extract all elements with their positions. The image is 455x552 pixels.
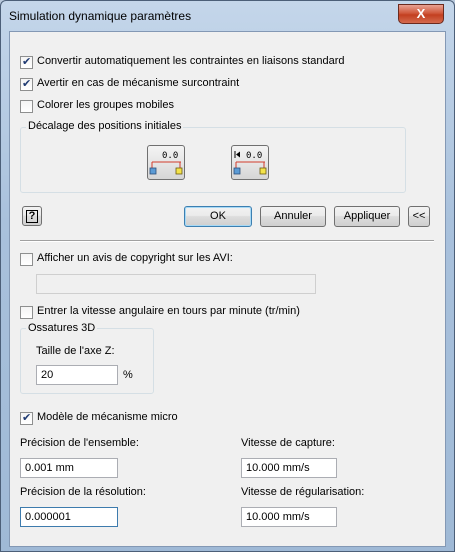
- dialog-window: Simulation dynamique paramètres X Conver…: [0, 0, 455, 552]
- apply-button[interactable]: Appliquer: [334, 206, 400, 227]
- capture-speed-input[interactable]: 10.000 mm/s: [241, 458, 337, 478]
- assembly-precision-input[interactable]: 0.001 mm: [20, 458, 118, 478]
- warn-overconstrained-checkbox[interactable]: [20, 77, 33, 91]
- close-button[interactable]: X: [398, 4, 444, 24]
- frames-3d-group-title: Ossatures 3D: [26, 322, 98, 334]
- convert-constraints-label[interactable]: Convertir automatiquement les contrainte…: [37, 55, 345, 67]
- angular-speed-checkbox[interactable]: [20, 306, 33, 319]
- initial-offset-group: [20, 127, 406, 193]
- offset-icon-1: 0.0: [149, 151, 183, 175]
- capture-speed-label: Vitesse de capture:: [241, 437, 335, 449]
- offset-button-2[interactable]: 0.0: [231, 145, 269, 180]
- color-mobile-groups-label[interactable]: Colorer les groupes mobiles: [37, 99, 174, 111]
- dialog-client-area: Convertir automatiquement les contrainte…: [9, 31, 446, 547]
- regularisation-speed-label: Vitesse de régularisation:: [241, 486, 365, 498]
- ok-button[interactable]: OK: [184, 206, 252, 227]
- initial-offset-group-title: Décalage des positions initiales: [26, 120, 184, 132]
- micro-model-label[interactable]: Modèle de mécanisme micro: [37, 411, 178, 423]
- regularisation-speed-input[interactable]: 10.000 mm/s: [241, 507, 337, 527]
- cancel-button[interactable]: Annuler: [260, 206, 326, 227]
- window-title: Simulation dynamique paramètres: [9, 9, 192, 23]
- assembly-precision-label: Précision de l'ensemble:: [20, 437, 139, 449]
- copyright-checkbox[interactable]: [20, 253, 33, 266]
- z-axis-size-label: Taille de l'axe Z:: [36, 345, 115, 357]
- collapse-button[interactable]: <<: [408, 206, 430, 227]
- close-icon: X: [416, 6, 426, 21]
- resolution-precision-label: Précision de la résolution:: [20, 486, 146, 498]
- offset-icon-2: 0.0: [233, 151, 267, 175]
- warn-overconstrained-label[interactable]: Avertir en cas de mécanisme surcontraint: [37, 77, 239, 89]
- help-button[interactable]: ?: [22, 206, 42, 226]
- z-axis-size-input[interactable]: 20: [36, 365, 118, 385]
- offset-button-1[interactable]: 0.0: [147, 145, 185, 180]
- copyright-label[interactable]: Afficher un avis de copyright sur les AV…: [37, 252, 233, 264]
- z-axis-unit: %: [123, 369, 133, 381]
- section-divider: [20, 240, 434, 242]
- convert-constraints-checkbox[interactable]: [20, 55, 33, 69]
- angular-speed-label[interactable]: Entrer la vitesse angulaire en tours par…: [37, 305, 300, 317]
- help-icon: ?: [26, 210, 38, 223]
- micro-model-checkbox[interactable]: [20, 411, 33, 425]
- offset-1-value: 0.0: [162, 151, 178, 161]
- offset-2-value: 0.0: [246, 151, 262, 161]
- copyright-text-field[interactable]: [36, 274, 316, 294]
- title-bar[interactable]: Simulation dynamique paramètres X: [1, 1, 454, 29]
- color-mobile-groups-checkbox[interactable]: [20, 100, 33, 113]
- resolution-precision-input[interactable]: 0.000001: [20, 507, 118, 527]
